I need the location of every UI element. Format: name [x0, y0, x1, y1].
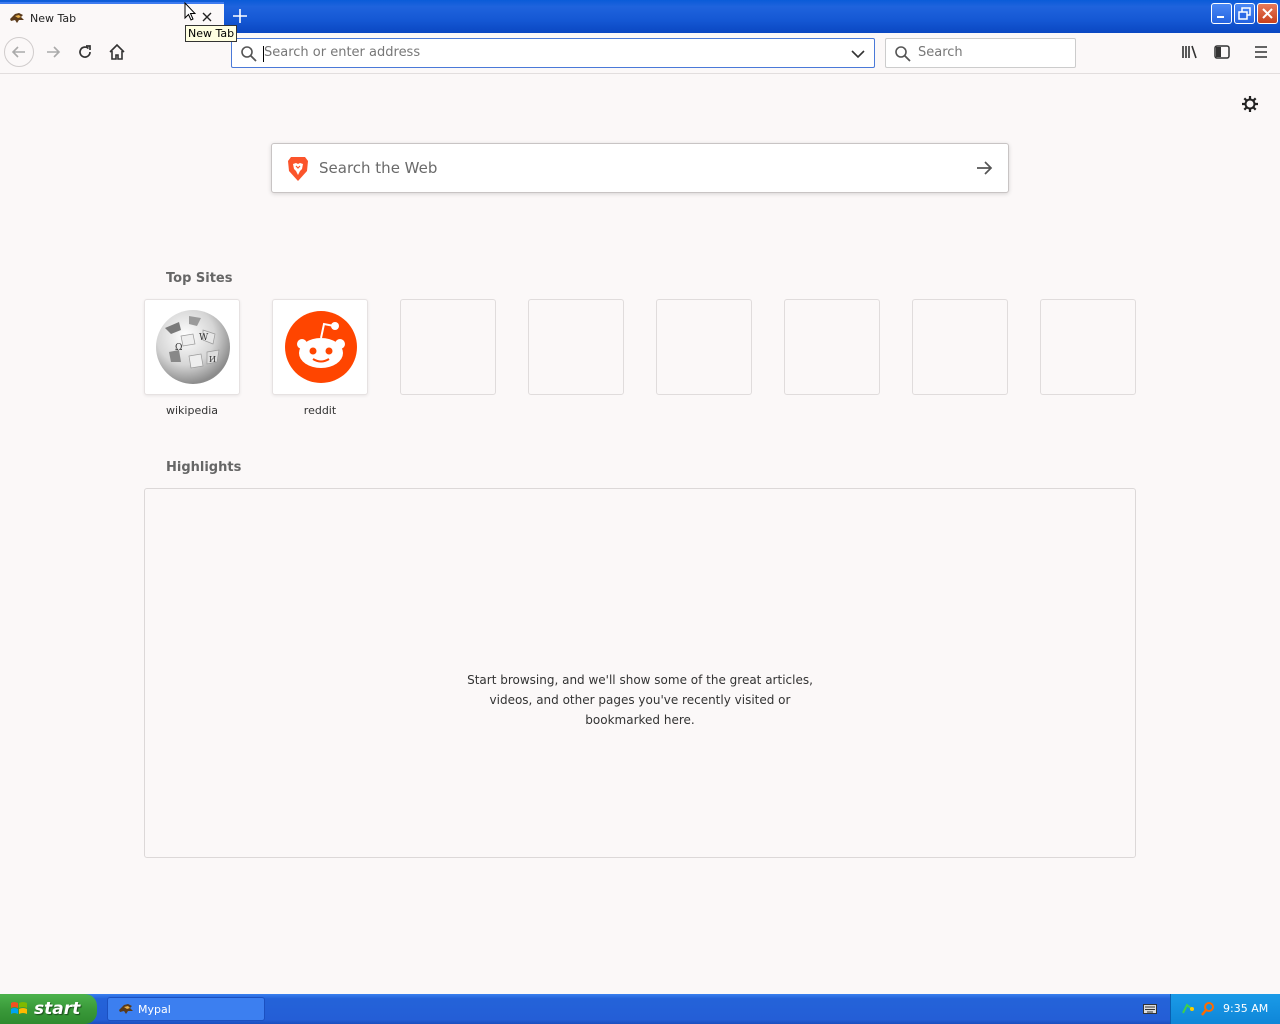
plus-icon[interactable] — [231, 7, 249, 25]
svg-text:И: И — [209, 355, 216, 364]
taskbar-item-label: Mypal — [138, 1002, 171, 1016]
highlights-empty-message: Start browsing, and we'll show some of t… — [440, 670, 840, 730]
network-icon[interactable] — [1180, 1001, 1196, 1017]
highlights-empty-line: bookmarked here. — [585, 713, 695, 727]
keyboard-icon[interactable] — [1143, 1003, 1157, 1015]
gear-icon[interactable] — [1240, 94, 1260, 114]
search-icon — [895, 46, 911, 62]
hamburger-menu-icon — [1255, 46, 1267, 58]
highlights-empty-line: Start browsing, and we'll show some of t… — [467, 673, 813, 687]
windows-logo-icon — [11, 1002, 27, 1014]
arrow-right-icon[interactable] — [974, 158, 994, 178]
search-input[interactable] — [918, 45, 1068, 60]
home-icon — [109, 43, 125, 60]
wikipedia-globe-icon: W Ω И — [156, 310, 230, 384]
taskbar: start Mypal 9:35 AM — [0, 994, 1280, 1024]
top-site-label: reddit — [303, 404, 337, 417]
magnifier-icon[interactable] — [1200, 1001, 1216, 1017]
minimize-button[interactable] — [1211, 3, 1232, 24]
close-window-icon — [1262, 8, 1273, 19]
menu-button[interactable] — [1251, 42, 1271, 62]
highlights-empty-line: videos, and other pages you've recently … — [489, 693, 791, 707]
close-icon[interactable] — [200, 10, 214, 24]
highlights-heading: Highlights — [166, 460, 242, 475]
title-bar: New Tab New Tab — [0, 0, 1280, 42]
web-search-input[interactable] — [319, 159, 959, 177]
reload-button[interactable] — [70, 37, 100, 67]
reload-icon — [79, 45, 91, 58]
url-input[interactable] — [264, 45, 824, 60]
top-site-tile-reddit[interactable] — [272, 299, 368, 395]
top-site-label: wikipedia — [165, 404, 218, 417]
web-search-box[interactable] — [271, 143, 1009, 193]
mypal-favicon-icon — [10, 13, 24, 23]
svg-text:Ω: Ω — [175, 343, 182, 353]
top-site-tile-empty[interactable] — [1040, 299, 1136, 395]
arrow-left-icon — [11, 46, 25, 58]
top-site-tile-empty[interactable] — [912, 299, 1008, 395]
start-label: start — [34, 999, 81, 1019]
reddit-logo-icon — [285, 311, 357, 383]
taskbar-item-mypal[interactable]: Mypal — [107, 997, 265, 1021]
sidebar-icon — [1214, 45, 1230, 59]
url-bar[interactable] — [231, 38, 875, 68]
minimize-icon — [1217, 16, 1224, 18]
search-bar[interactable] — [885, 38, 1076, 68]
top-sites-heading: Top Sites — [166, 271, 233, 286]
back-button[interactable] — [4, 37, 34, 67]
mypal-favicon-icon — [119, 1004, 133, 1014]
top-site-tile-empty[interactable] — [528, 299, 624, 395]
close-window-button[interactable] — [1257, 3, 1278, 24]
search-icon — [241, 46, 257, 62]
top-site-tile-wikipedia[interactable]: W Ω И — [144, 299, 240, 395]
svg-text:W: W — [199, 333, 209, 343]
brave-logo-icon — [288, 157, 308, 181]
chevron-down-icon[interactable] — [850, 46, 866, 62]
sidebar-button[interactable] — [1212, 42, 1232, 62]
start-button[interactable]: start — [0, 994, 97, 1024]
clock: 9:35 AM — [1223, 1002, 1269, 1015]
mouse-cursor-icon — [184, 2, 196, 21]
arrow-right-icon — [47, 46, 61, 58]
library-button[interactable] — [1180, 42, 1200, 62]
home-button[interactable] — [102, 37, 132, 67]
forward-button[interactable] — [38, 37, 68, 67]
library-icon — [1182, 45, 1197, 59]
tooltip: New Tab — [185, 25, 238, 42]
tab-title: New Tab — [30, 12, 77, 25]
top-site-tile-empty[interactable] — [784, 299, 880, 395]
restore-button[interactable] — [1234, 3, 1255, 24]
top-site-tile-empty[interactable] — [656, 299, 752, 395]
restore-icon — [1238, 7, 1251, 20]
top-site-tile-empty[interactable] — [400, 299, 496, 395]
